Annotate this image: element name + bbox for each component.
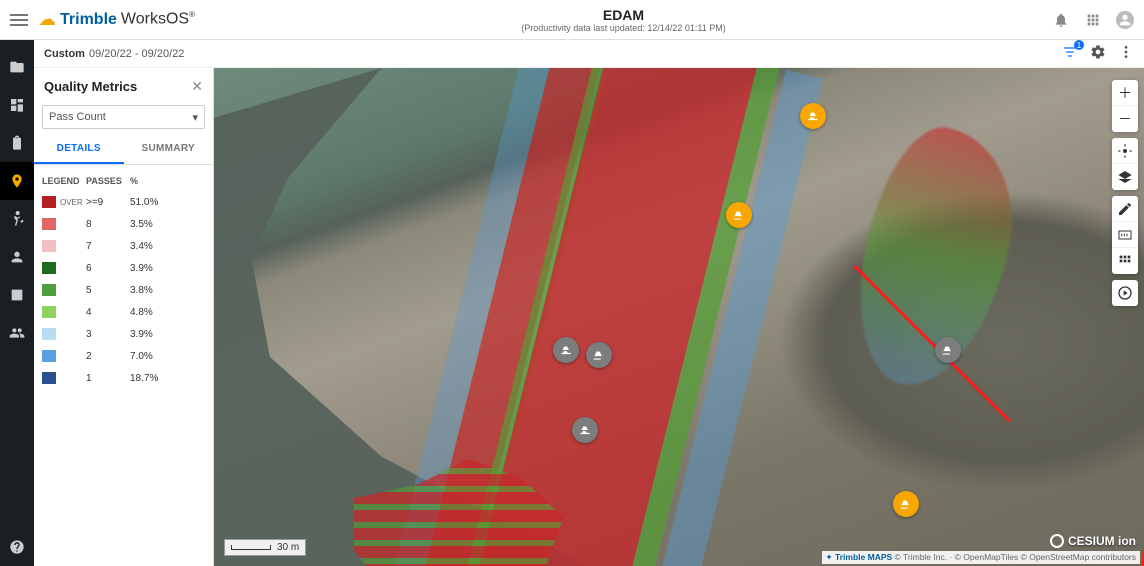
machine-marker[interactable] [572,417,598,443]
panel-close-icon[interactable]: ✕ [191,78,203,95]
locate-button[interactable] [1112,138,1138,164]
legend-row: 118.7% [42,367,205,389]
legend-table: LEGEND PASSES % OVER>=951.0%83.5%73.4%63… [34,165,213,395]
nav-folder[interactable] [0,48,34,86]
map-controls: ＋ － [1112,80,1138,306]
machine-marker[interactable] [800,103,826,129]
legend-row: 53.8% [42,279,205,301]
legend-row: 27.0% [42,345,205,367]
legend-row: 33.9% [42,323,205,345]
panel-title: Quality Metrics [44,79,137,94]
nav-map-pin[interactable] [0,162,34,200]
settings-icon[interactable] [1090,44,1106,63]
date-range-bar: Custom 09/20/22 - 09/20/22 1 [34,40,1144,68]
user-avatar[interactable] [1116,11,1134,29]
quality-metrics-panel: Quality Metrics ✕ Pass Count ▾ DETAILS S… [34,68,214,566]
layers-button[interactable] [1112,164,1138,190]
header-center: EDAM (Productivity data last updated: 12… [195,7,1052,33]
brand-product: WorksOS® [121,10,195,28]
project-name: EDAM [195,7,1052,23]
machine-marker[interactable] [935,337,961,363]
tab-summary[interactable]: SUMMARY [124,135,214,164]
brand-trimble: Trimble [60,11,117,29]
legend-row: 83.5% [42,213,205,235]
menu-toggle[interactable] [10,14,28,26]
tab-details[interactable]: DETAILS [34,135,124,164]
measure-button[interactable] [1112,222,1138,248]
machine-marker[interactable] [726,202,752,228]
top-header: ☁ Trimble WorksOS® EDAM (Productivity da… [0,0,1144,40]
machine-marker[interactable] [893,491,919,517]
apps-grid-icon[interactable] [1084,11,1102,29]
panel-tabs: DETAILS SUMMARY [34,135,213,165]
scale-label: 30 m [277,542,299,553]
legend-row: 44.8% [42,301,205,323]
last-updated: (Productivity data last updated: 12/14/2… [195,23,1052,33]
range-label: Custom [44,48,85,60]
cloud-icon: ☁ [38,9,56,30]
map-attribution: ✦ Trimble MAPS © Trimble Inc. · © OpenMa… [822,551,1140,564]
filter-button[interactable]: 1 [1062,44,1078,63]
zoom-out-button[interactable]: － [1112,106,1138,132]
globe-icon [1050,534,1064,548]
nav-user[interactable] [0,238,34,276]
legend-row: 73.4% [42,235,205,257]
nav-report[interactable] [0,276,34,314]
machine-marker[interactable] [586,342,612,368]
cesium-logo: CESIUM ion [1050,534,1136,548]
legend-row: OVER>=951.0% [42,191,205,213]
nav-help[interactable] [0,528,34,566]
play-button[interactable] [1112,280,1138,306]
filter-count-badge: 1 [1074,40,1084,50]
scale-bar: 30 m [224,539,306,556]
left-nav-rail [0,40,34,566]
edit-button[interactable] [1112,196,1138,222]
more-menu-icon[interactable] [1118,44,1134,63]
zoom-in-button[interactable]: ＋ [1112,80,1138,106]
map-viewport[interactable]: ＋ － 30 m CESIUM ion ✦ Trimble MAPS © Tri… [214,68,1144,566]
grid-button[interactable] [1112,248,1138,274]
notifications-icon[interactable] [1052,11,1070,29]
range-value: 09/20/22 - 09/20/22 [89,48,184,60]
nav-activity[interactable] [0,200,34,238]
dropdown-value: Pass Count [49,111,106,123]
brand-logo: ☁ Trimble WorksOS® [38,9,195,30]
metric-dropdown[interactable]: Pass Count ▾ [42,105,205,129]
nav-people[interactable] [0,314,34,352]
col-passes: PASSES [86,176,130,186]
nav-clipboard[interactable] [0,124,34,162]
chevron-down-icon: ▾ [192,111,198,124]
legend-row: 63.9% [42,257,205,279]
nav-dashboard[interactable] [0,86,34,124]
header-actions [1052,11,1134,29]
col-pct: % [130,176,205,186]
col-legend: LEGEND [42,176,86,186]
